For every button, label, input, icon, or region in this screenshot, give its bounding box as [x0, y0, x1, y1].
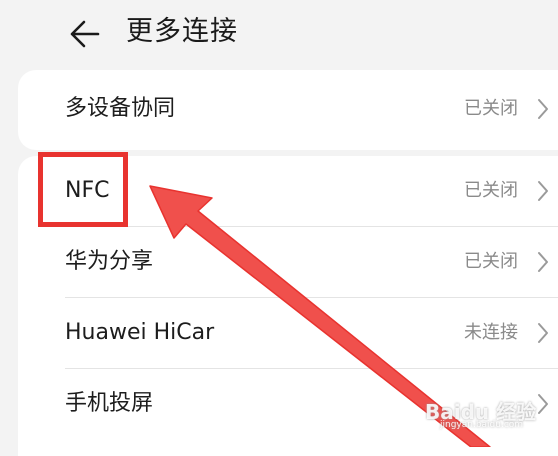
header-bar: 更多连接: [0, 0, 558, 66]
row-status: 已关闭: [464, 98, 518, 119]
back-button[interactable]: [60, 14, 104, 54]
row-label: 手机投屏: [65, 391, 154, 416]
settings-row-huawei-share[interactable]: 华为分享 已关闭: [18, 227, 558, 297]
back-arrow-icon: [70, 20, 100, 48]
row-label: 多设备协同: [65, 96, 176, 121]
chevron-right-icon: [538, 99, 548, 119]
row-label: Huawei HiCar: [65, 320, 215, 345]
row-label: 华为分享: [65, 249, 154, 274]
chevron-right-icon: [538, 394, 548, 414]
chevron-right-icon: [538, 323, 548, 343]
chevron-right-icon: [538, 181, 548, 201]
row-status: 已关闭: [464, 251, 518, 272]
settings-row-hicar[interactable]: Huawei HiCar 未连接: [18, 298, 558, 368]
settings-row-multi-device[interactable]: 多设备协同 已关闭: [18, 74, 558, 144]
row-status: 未连接: [464, 322, 518, 343]
baidu-watermark-url: jingyan.baidu.com: [440, 420, 524, 430]
chevron-right-icon: [538, 252, 548, 272]
highlight-box: [38, 152, 128, 227]
settings-group-1: 多设备协同 已关闭: [18, 70, 558, 150]
page-title: 更多连接: [126, 16, 238, 47]
row-status: 已关闭: [464, 180, 518, 201]
